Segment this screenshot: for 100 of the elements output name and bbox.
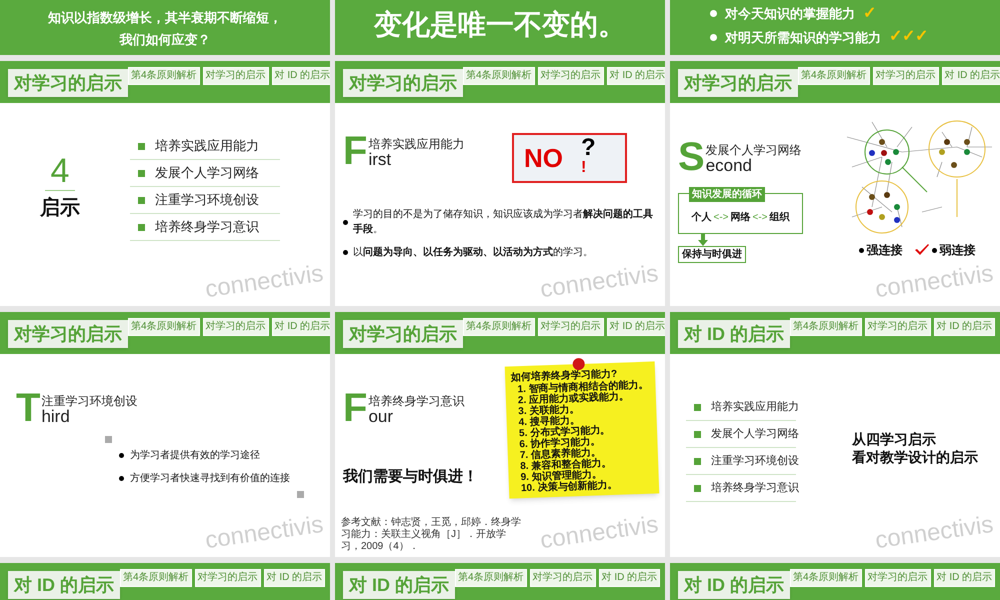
heading-subtitle: 注重学习环境创设 [41,394,138,408]
nav-tab[interactable]: 对学习的启示 [530,569,596,587]
bullet-icon [343,220,348,224]
nav-tab[interactable]: 对学习的启示 [864,318,931,336]
nav-tab[interactable]: 第4条原则解析 [120,569,192,587]
heading-initial: T [16,390,40,426]
list-item-text: 培养实践应用能力 [711,400,799,415]
checklist-text: 对今天知识的掌握能力 [725,5,855,23]
square-bullet-icon [138,142,145,150]
bullet-icon [932,248,936,252]
section-label: 启示 [40,196,80,220]
square-bullet-icon [138,224,145,230]
double-arrow-text: <-> [752,211,768,225]
bullet-icon [119,453,124,458]
nav-tab[interactable]: 对 ID 的启示 [934,318,996,336]
slide-title: 对 ID 的启示 [678,320,790,348]
link-label: 弱连接 [940,242,976,259]
slide-title: 对 ID 的启示 [678,571,790,599]
square-bullet-icon [694,458,701,464]
nav-tab[interactable]: 对 ID 的启示 [598,569,660,587]
cycle-node-text: 组织 [770,210,790,225]
nav-tab[interactable]: 第4条原则解析 [463,67,535,85]
link-label: 强连接 [866,242,902,259]
heading-initial: F [343,133,368,169]
nav-tab[interactable]: 对 ID 的启示 [934,569,996,587]
nav-tab[interactable]: 对 ID 的启示 [264,569,326,587]
heading-initial: S [678,139,705,175]
square-bullet-icon [694,404,701,410]
bullet-icon [858,248,864,252]
heading-word: irst [368,151,392,169]
nav-tab[interactable]: 第4条原则解析 [798,67,870,85]
bullet-text: 学习的目的不是为了储存知识，知识应该成为学习者解决问题的工具手段。 [353,208,654,237]
corner-mark-icon [105,436,112,443]
square-bullet-icon [138,170,145,176]
summary-line: 看对教学设计的启示 [852,448,978,466]
tick-marks: ✓ [863,4,876,23]
bullet-icon [710,10,717,18]
cycle-node-text: 网络 [730,210,750,225]
nav-tab[interactable]: 对学习的启示 [864,569,931,587]
summary-line: 从四学习启示 [852,430,937,448]
result-box: 保持与时俱进 [678,246,746,263]
bullet-text: 方便学习者快速寻找到有价值的连接 [130,472,290,486]
checklist-text: 对明天所需知识的学习能力 [725,28,881,46]
heading-subtitle: 发展个人学习网络 [706,143,802,157]
square-bullet-icon [694,484,701,492]
nav-tab[interactable]: 第4条原则解析 [128,67,200,85]
list-item-text: 发展个人学习网络 [155,164,259,182]
list-item-text: 发展个人学习网络 [711,426,799,442]
bullet-text: 以问题为导向、以任务为驱动、以活动为方式的学习。 [353,245,593,260]
pushpin-icon [572,358,585,370]
slide-title: 对学习的启示 [8,320,128,348]
square-bullet-icon [694,430,701,438]
slide-title: 对 ID 的启示 [343,571,456,599]
nav-tab[interactable]: 对学习的启示 [872,67,939,85]
heading-subtitle: 培养终身学习意识 [368,394,464,408]
slide-title: 对 ID 的启示 [8,571,120,599]
cycle-label: 知识发展的循环 [689,187,765,202]
statement-text: 我们如何应变？ [120,31,210,49]
heading-word: hird [41,408,71,426]
nav-tab[interactable]: 对 ID 的启示 [606,318,665,336]
nav-tab[interactable]: 对 ID 的启示 [272,67,330,85]
corner-mark-icon [297,491,304,498]
big-number: 4 [44,152,76,190]
nav-tab[interactable]: 对学习的启示 [538,318,604,336]
nav-tab[interactable]: 对学习的启示 [194,569,261,587]
check-icon [914,244,928,256]
slide-title: 对学习的启示 [678,69,798,97]
nav-tab[interactable]: 第4条原则解析 [128,318,200,336]
heading-word: econd [706,157,754,175]
nav-tab[interactable]: 第4条原则解析 [790,569,862,587]
bullet-text: 为学习者提供有效的学习途径 [130,448,260,463]
nav-tab[interactable]: 对 ID 的启示 [942,67,1000,85]
slide-title: 对学习的启示 [343,320,463,348]
nav-tab[interactable]: 对学习的启示 [538,67,604,85]
nav-tab[interactable]: 对 ID 的启示 [272,318,330,336]
list-item-text: 注重学习环境创设 [711,454,799,469]
nav-tab[interactable]: 对学习的启示 [202,67,269,85]
tick-marks: ✓✓✓ [889,28,928,46]
list-item-text: 培养实践应用能力 [155,137,259,156]
heading-subtitle: 培养实践应用能力 [368,137,464,151]
nav-tab[interactable]: 对 ID 的启示 [606,67,665,85]
list-item-text: 培养终身学习意识 [711,480,799,496]
heading-word: our [368,408,394,426]
bullet-icon [119,476,124,481]
nav-tab[interactable]: 第4条原则解析 [790,318,862,336]
bullet-icon [710,34,717,41]
square-bullet-icon [138,196,145,204]
slide-title: 对学习的启示 [343,69,463,97]
reference-text: 参考文献：钟志贤，王觅，邱婷．终身学习能力：关联主义视角［J］．开放学习，2009（4）． [341,517,521,553]
statement-text: 知识以指数级增长，其半衰期不断缩短， [48,9,282,27]
bullet-icon [343,250,348,255]
nav-tab[interactable]: 第4条原则解析 [463,318,535,336]
headline-text: 变化是唯一不变的。 [374,9,626,41]
slide-title: 对学习的启示 [8,69,128,97]
heading-initial: F [343,390,368,426]
nav-tab[interactable]: 对学习的启示 [202,318,269,336]
nav-tab[interactable]: 第4条原则解析 [455,569,527,587]
double-arrow-text: <-> [713,211,728,225]
cycle-node-text: 个人 [691,210,712,225]
list-item-text: 注重学习环境创设 [155,191,259,210]
